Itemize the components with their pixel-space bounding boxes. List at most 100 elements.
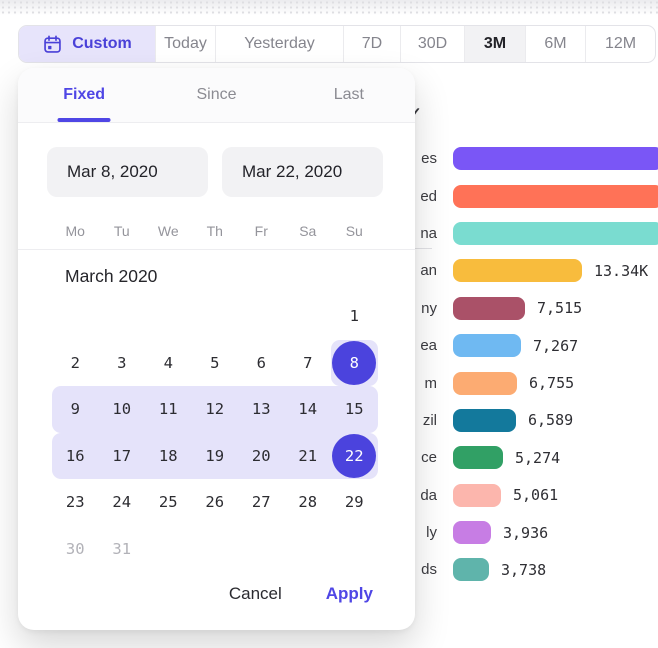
day-cell-7[interactable]: 7 [285,340,332,387]
day-cell-31[interactable]: 31 [99,526,146,573]
chart-bar[interactable] [453,409,516,432]
range-option-custom[interactable]: Custom [19,26,156,62]
day-cell-5[interactable]: 5 [192,340,239,387]
tab-since[interactable]: Since [150,68,282,122]
day-cell-2[interactable]: 2 [52,340,99,387]
day-cell-28[interactable]: 28 [285,479,332,526]
range-option-label: 12M [605,35,636,53]
calendar-icon [42,34,63,55]
range-option-12m[interactable]: 12M [586,26,655,62]
day-cell-empty [99,293,146,340]
day-cell-29[interactable]: 29 [331,479,378,526]
day-cell-9[interactable]: 9 [52,386,99,433]
day-cell-23[interactable]: 23 [52,479,99,526]
calendar-week-row: 2345678 [52,340,378,387]
range-option-7d[interactable]: 7D [344,26,401,62]
selected-day-circle: 8 [332,341,376,385]
month-title: March 2020 [65,266,415,287]
day-cell-empty [52,293,99,340]
day-cell-20[interactable]: 20 [238,433,285,480]
day-cell-selected-8[interactable]: 8 [331,340,378,387]
range-option-today[interactable]: Today [156,26,216,62]
weekday-label: We [145,223,192,239]
range-option-30d[interactable]: 30D [401,26,465,62]
weekday-label: Tu [99,223,146,239]
weekday-label: Th [192,223,239,239]
chart-value-label: 7,267 [533,337,578,355]
day-cell-12[interactable]: 12 [192,386,239,433]
tab-fixed[interactable]: Fixed [18,68,150,122]
day-cell-13[interactable]: 13 [238,386,285,433]
day-cell-1[interactable]: 1 [331,293,378,340]
chart-bar[interactable] [453,372,517,395]
chart-bar[interactable] [453,185,658,208]
calendar-week-row: 16171819202122 [52,433,378,480]
range-option-label: Custom [72,35,132,53]
day-cell-selected-22[interactable]: 22 [331,433,378,480]
day-cell-24[interactable]: 24 [99,479,146,526]
day-cell-15[interactable]: 15 [331,386,378,433]
range-option-6m[interactable]: 6M [526,26,586,62]
start-date-input[interactable]: Mar 8, 2020 [47,147,208,197]
chart-bar[interactable] [453,259,582,282]
chart-value-label: 3,738 [501,561,546,579]
day-cell-27[interactable]: 27 [238,479,285,526]
date-picker-popup: FixedSinceLast Mar 8, 2020 Mar 22, 2020 … [18,68,415,630]
chart-bar[interactable] [453,147,658,170]
day-cell-empty [145,526,192,573]
day-cell-26[interactable]: 26 [192,479,239,526]
range-option-label: Today [164,35,207,53]
calendar-week-row: 23242526272829 [52,479,378,526]
range-option-3m[interactable]: 3M [465,26,526,62]
day-cell-6[interactable]: 6 [238,340,285,387]
chart-bar[interactable] [453,484,501,507]
day-cell-18[interactable]: 18 [145,433,192,480]
calendar-divider [18,249,415,250]
day-cell-empty [145,293,192,340]
day-cell-empty [285,293,332,340]
chart-bar[interactable] [453,334,521,357]
cancel-button[interactable]: Cancel [229,584,282,604]
chart-bar[interactable] [453,521,491,544]
tab-last[interactable]: Last [283,68,415,122]
chart-value-label: 5,061 [513,486,558,504]
day-cell-19[interactable]: 19 [192,433,239,480]
calendar-week-row: 3031 [52,526,378,573]
day-cell-empty [238,526,285,573]
day-cell-empty [192,526,239,573]
weekday-label: Su [331,223,378,239]
range-option-label: Yesterday [244,35,315,53]
calendar-week-row: 9101112131415 [52,386,378,433]
calendar-grid: 1234567891011121314151617181920212223242… [52,293,378,572]
range-option-yesterday[interactable]: Yesterday [216,26,344,62]
chart-bar[interactable] [453,558,489,581]
day-cell-25[interactable]: 25 [145,479,192,526]
weekday-label: Mo [52,223,99,239]
apply-button[interactable]: Apply [326,584,373,604]
chart-bar[interactable] [453,222,658,245]
day-cell-14[interactable]: 14 [285,386,332,433]
day-cell-3[interactable]: 3 [99,340,146,387]
day-cell-17[interactable]: 17 [99,433,146,480]
chart-value-label: 6,755 [529,374,574,392]
weekday-label: Sa [285,223,332,239]
chart-bar[interactable] [453,446,503,469]
day-cell-11[interactable]: 11 [145,386,192,433]
selected-day-circle: 22 [332,434,376,478]
day-cell-21[interactable]: 21 [285,433,332,480]
day-cell-empty [238,293,285,340]
day-cell-empty [331,526,378,573]
day-cell-empty [192,293,239,340]
date-picker-tabbar: FixedSinceLast [18,68,415,123]
day-cell-10[interactable]: 10 [99,386,146,433]
day-cell-empty [285,526,332,573]
day-cell-16[interactable]: 16 [52,433,99,480]
weekday-header-row: MoTuWeThFrSaSu [52,223,378,239]
end-date-input[interactable]: Mar 22, 2020 [222,147,383,197]
chart-bar[interactable] [453,297,525,320]
day-cell-30[interactable]: 30 [52,526,99,573]
range-option-label: 30D [418,35,447,53]
calendar-week-row: 1 [52,293,378,340]
day-cell-4[interactable]: 4 [145,340,192,387]
chart-value-label: 5,274 [515,449,560,467]
